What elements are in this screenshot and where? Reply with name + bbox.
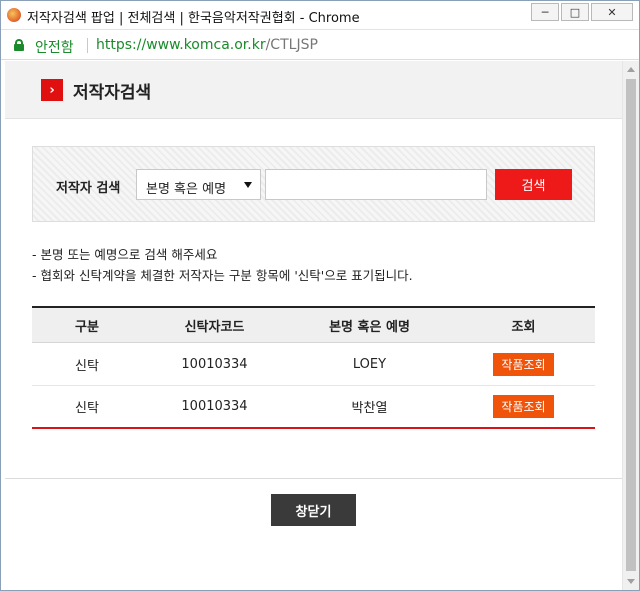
url-path: /CTLJSP [265, 37, 318, 53]
cell-view: 작품조회 [452, 386, 595, 427]
chrome-app-icon [7, 8, 21, 22]
search-button[interactable]: 검색 [495, 169, 572, 200]
address-bar[interactable]: 안전함 https://www.komca.or.kr/CTLJSP [1, 30, 639, 60]
cell-name: LOEY [352, 356, 387, 372]
secure-label: 안전함 [35, 40, 74, 56]
search-type-value: 본명 혹은 예명 [146, 182, 227, 197]
page-header: › 저작자검색 [5, 61, 622, 119]
view-works-button[interactable]: 작품조회 [493, 352, 554, 376]
table-header: 구분 신탁자코드 본명 혹은 예명 조회 [32, 308, 595, 343]
table-row: 신탁 10010334 박찬열 작품조회 [32, 386, 595, 429]
cell-code: 10010334 [181, 399, 248, 414]
footer-divider [5, 478, 622, 479]
close-window-button[interactable]: ✕ [591, 3, 633, 21]
cell-view: 작품조회 [452, 343, 595, 385]
url-scheme: https:// [96, 37, 147, 53]
cell-type: 신탁 [75, 401, 99, 416]
chevron-right-icon: › [41, 79, 63, 101]
page-content: › 저작자검색 저작자 검색 본명 혹은 예명 검색 - 본명 또는 예명으로 … [5, 61, 622, 590]
page-title: 저작자검색 [73, 83, 152, 103]
results-table: 구분 신탁자코드 본명 혹은 예명 조회 신탁 10010334 LOEY 작품… [32, 306, 595, 429]
url-text[interactable]: https://www.komca.or.kr/CTLJSP [96, 37, 318, 53]
search-label: 저작자 검색 [56, 181, 121, 196]
note-line: - 본명 또는 예명으로 검색 해주세요 [32, 247, 218, 262]
scroll-up-arrow-icon[interactable] [627, 67, 635, 72]
close-popup-button[interactable]: 창닫기 [271, 494, 356, 526]
note-line: - 협회와 신탁계약을 체결한 저작자는 구분 항목에 '신탁'으로 표기됩니다… [32, 268, 413, 283]
view-works-button[interactable]: 작품조회 [493, 395, 554, 418]
scroll-thumb[interactable] [626, 79, 636, 571]
address-separator [87, 38, 88, 53]
minimize-button[interactable]: ─ [531, 3, 559, 21]
url-domain: www.komca.or.kr [146, 37, 266, 53]
search-type-select[interactable]: 본명 혹은 예명 [136, 169, 261, 200]
table-row: 신탁 10010334 LOEY 작품조회 [32, 343, 595, 386]
popup-window: 저작자검색 팝업 | 전체검색 | 한국음악저작권협회 - Chrome ─ □… [0, 0, 640, 591]
notes: - 본명 또는 예명으로 검색 해주세요 - 협회와 신탁계약을 체결한 저작자… [32, 244, 413, 286]
column-header-code: 신탁자코드 [184, 319, 245, 335]
vertical-scrollbar[interactable] [622, 61, 639, 590]
search-input[interactable] [265, 169, 487, 200]
column-header-name: 본명 혹은 예명 [329, 319, 410, 335]
cell-code: 10010334 [181, 356, 248, 372]
search-panel: 저작자 검색 본명 혹은 예명 검색 [32, 146, 595, 222]
column-header-view: 조회 [511, 319, 536, 335]
title-bar: 저작자검색 팝업 | 전체검색 | 한국음악저작권협회 - Chrome ─ □… [1, 1, 639, 30]
column-header-type: 구분 [75, 319, 99, 335]
cell-type: 신탁 [75, 358, 99, 374]
scroll-down-arrow-icon[interactable] [627, 579, 635, 584]
caret-down-icon [244, 182, 252, 188]
cell-name: 박찬열 [351, 401, 388, 416]
maximize-button[interactable]: □ [561, 3, 589, 21]
window-title: 저작자검색 팝업 | 전체검색 | 한국음악저작권협회 - Chrome [27, 11, 360, 26]
lock-icon [14, 39, 24, 51]
